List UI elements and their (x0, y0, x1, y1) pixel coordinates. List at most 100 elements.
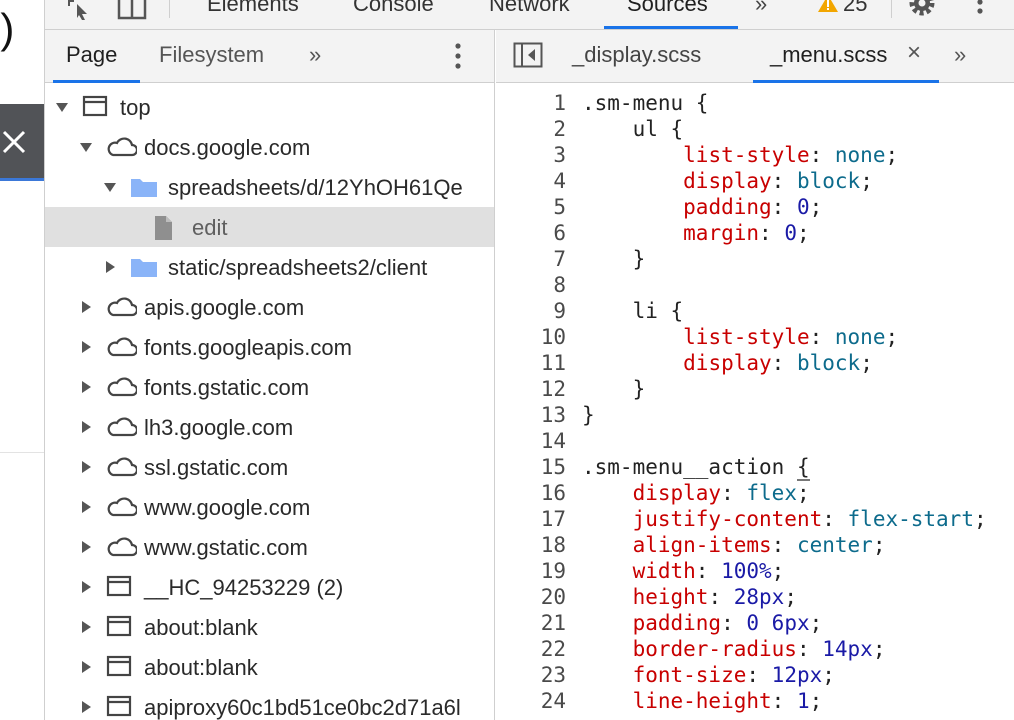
tab-filesystem[interactable]: Filesystem (159, 42, 264, 68)
line-number[interactable]: 22 (496, 636, 566, 662)
expand-arrow-right-icon[interactable] (103, 260, 117, 274)
code-line[interactable]: 20 height: 28px; (496, 584, 1014, 610)
code-line[interactable]: 16 display: flex; (496, 480, 1014, 506)
tab-page[interactable]: Page (66, 42, 117, 68)
expand-arrow-right-icon[interactable] (79, 580, 93, 594)
line-number[interactable]: 20 (496, 584, 566, 610)
code-line[interactable]: 1 .sm-menu { (496, 90, 1014, 116)
line-number[interactable]: 9 (496, 298, 566, 324)
line-number[interactable]: 15 (496, 454, 566, 480)
device-toolbar-icon[interactable] (117, 0, 149, 20)
code-line[interactable]: 17 justify-content: flex-start; (496, 506, 1014, 532)
code-line[interactable]: 14 (496, 428, 1014, 454)
expand-arrow-down-icon[interactable] (103, 180, 117, 194)
code-line[interactable]: 13} (496, 402, 1014, 428)
expand-arrow-right-icon[interactable] (79, 380, 93, 394)
tab-display-scss[interactable]: _display.scss (572, 42, 701, 68)
kebab-menu-icon[interactable] (975, 0, 985, 22)
close-panel-button[interactable] (0, 104, 44, 180)
expand-arrow-right-icon[interactable] (79, 340, 93, 354)
code-line[interactable]: 23 font-size: 12px; (496, 662, 1014, 688)
code-line[interactable]: 18 align-items: center; (496, 532, 1014, 558)
code-editor[interactable]: 1 .sm-menu {2 ul {3 list-style: none; 4 di… (496, 90, 1014, 714)
line-number[interactable]: 16 (496, 480, 566, 506)
expand-arrow-down-icon[interactable] (55, 100, 69, 114)
code-line[interactable]: 4 display: block; (496, 168, 1014, 194)
kebab-menu-icon[interactable] (453, 42, 463, 72)
tree-item[interactable]: top (45, 87, 494, 127)
code-line[interactable]: 8 (496, 272, 1014, 298)
line-number[interactable]: 8 (496, 272, 566, 298)
code-line[interactable]: 2 ul { (496, 116, 1014, 142)
expand-arrow-right-icon[interactable] (79, 460, 93, 474)
tree-item[interactable]: ssl.gstatic.com (45, 447, 494, 487)
line-number[interactable]: 18 (496, 532, 566, 558)
tab-network[interactable]: Network (489, 0, 570, 17)
code-line[interactable]: 6 margin: 0; (496, 220, 1014, 246)
tree-item[interactable]: www.gstatic.com (45, 527, 494, 567)
line-number[interactable]: 2 (496, 116, 566, 142)
code-line[interactable]: 10 list-style: none; (496, 324, 1014, 350)
line-number[interactable]: 14 (496, 428, 566, 454)
code-line[interactable]: 21 padding: 0 6px; (496, 610, 1014, 636)
warning-icon[interactable] (817, 0, 839, 14)
tree-item[interactable]: apiproxy60c1bd51ce0bc2d71a6l (45, 687, 494, 720)
more-navigator-tabs-button[interactable]: » (309, 42, 321, 68)
line-number[interactable]: 3 (496, 142, 566, 168)
line-number[interactable]: 23 (496, 662, 566, 688)
expand-arrow-right-icon[interactable] (79, 420, 93, 434)
line-number[interactable]: 10 (496, 324, 566, 350)
line-number[interactable]: 4 (496, 168, 566, 194)
tree-item[interactable]: fonts.googleapis.com (45, 327, 494, 367)
code-line[interactable]: 9 li { (496, 298, 1014, 324)
line-number[interactable]: 7 (496, 246, 566, 272)
tab-menu-scss[interactable]: _menu.scss (770, 42, 887, 68)
line-number[interactable]: 24 (496, 688, 566, 714)
line-number[interactable]: 21 (496, 610, 566, 636)
code-line[interactable]: 19 width: 100%; (496, 558, 1014, 584)
gear-icon[interactable] (905, 0, 939, 20)
tree-item[interactable]: edit (45, 207, 494, 247)
toggle-navigator-icon[interactable] (513, 42, 543, 68)
tree-item[interactable]: lh3.google.com (45, 407, 494, 447)
expand-arrow-right-icon[interactable] (79, 500, 93, 514)
expand-arrow-right-icon[interactable] (79, 540, 93, 554)
code-line[interactable]: 5 padding: 0; (496, 194, 1014, 220)
code-line[interactable]: 3 list-style: none; (496, 142, 1014, 168)
warning-count[interactable]: 25 (843, 0, 867, 17)
tree-item[interactable]: static/spreadsheets2/client (45, 247, 494, 287)
line-number[interactable]: 1 (496, 90, 566, 116)
line-number[interactable]: 11 (496, 350, 566, 376)
expand-arrow-right-icon[interactable] (79, 620, 93, 634)
code-line[interactable]: 15 .sm-menu__action { (496, 454, 1014, 481)
tree-item[interactable]: about:blank (45, 607, 494, 647)
expand-arrow-right-icon[interactable] (79, 700, 93, 714)
line-number[interactable]: 6 (496, 220, 566, 246)
code-line[interactable]: 11 display: block; (496, 350, 1014, 376)
more-tabs-button[interactable]: » (755, 0, 767, 17)
tree-item[interactable]: apis.google.com (45, 287, 494, 327)
tab-console[interactable]: Console (353, 0, 434, 17)
tree-item[interactable]: docs.google.com (45, 127, 494, 167)
tree-item[interactable]: www.google.com (45, 487, 494, 527)
tree-item[interactable]: spreadsheets/d/12YhOH61Qe (45, 167, 494, 207)
tab-elements[interactable]: Elements (207, 0, 299, 17)
code-line[interactable]: 12 } (496, 376, 1014, 402)
inspect-element-icon[interactable] (65, 0, 95, 20)
expand-arrow-down-icon[interactable] (79, 140, 93, 154)
line-number[interactable]: 12 (496, 376, 566, 402)
line-number[interactable]: 17 (496, 506, 566, 532)
line-number[interactable]: 19 (496, 558, 566, 584)
code-line[interactable]: 22 border-radius: 14px; (496, 636, 1014, 662)
expand-arrow-right-icon[interactable] (79, 660, 93, 674)
tree-item[interactable]: fonts.gstatic.com (45, 367, 494, 407)
tree-item[interactable]: __HC_94253229 (2) (45, 567, 494, 607)
line-number[interactable]: 5 (496, 194, 566, 220)
close-tab-button[interactable]: × (907, 39, 921, 67)
tab-sources[interactable]: Sources (627, 0, 708, 17)
code-line[interactable]: 24 line-height: 1; (496, 688, 1014, 714)
expand-arrow-right-icon[interactable] (79, 300, 93, 314)
more-editor-tabs-button[interactable]: » (954, 42, 966, 68)
line-number[interactable]: 13 (496, 402, 566, 428)
code-line[interactable]: 7 } (496, 246, 1014, 272)
